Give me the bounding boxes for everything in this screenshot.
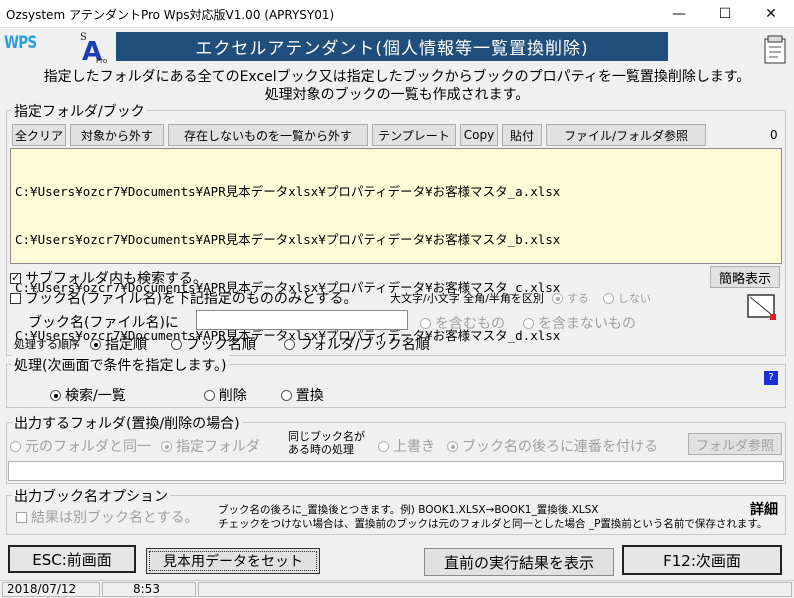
same-name-label-line1: 同じブック名が [288,430,365,443]
delete-label: 削除 [218,388,247,404]
folder-browse-button[interactable]: フォルダ参照 [688,433,782,455]
status-time: 8:53 [102,582,196,597]
same-name-label: 同じブック名が ある時の処理 [288,430,365,456]
file-count: 0 [770,128,778,142]
bookname-option-group-label: 出力ブック名オプション [12,486,170,506]
case-yes-label: する [566,292,589,305]
help-icon[interactable]: ? [764,371,778,385]
bookname-note-1: ブック名の後ろに_置換後とつきます。例) BOOK1.XLSX→BOOK1_置換… [218,504,599,516]
subfolder-label: サブフォルダ内も検索する。 [25,271,207,287]
list-item[interactable]: C:¥Users¥ozcr7¥Documents¥APR見本データxlsx¥プロ… [15,232,777,248]
edit-window-icon[interactable] [746,292,780,322]
window-title: Ozsystem アテンダントPro Wps対応版V1.00 (APRYSY01… [6,8,335,22]
case-yes-radio[interactable] [551,292,563,304]
minimize-button[interactable]: — [656,0,702,28]
output-folder-input[interactable] [8,461,784,481]
bookname-field-label: ブック名(ファイル名)に [28,315,179,331]
copy-button[interactable]: Copy [460,124,498,146]
file-list[interactable]: C:¥Users¥ozcr7¥Documents¥APR見本データxlsx¥プロ… [10,148,782,343]
svg-text:Pro: Pro [96,57,107,64]
overwrite-radio[interactable] [378,440,389,452]
same-name-label-line2: ある時の処理 [288,443,354,456]
search-list-label: 検索/一覧 [65,388,126,404]
f12-next-button[interactable]: F12:次画面 [622,545,782,575]
delete-radio[interactable] [203,389,215,401]
process-options: 検索/一覧 削除 置換 [50,385,324,405]
not-contains-radio[interactable] [523,317,534,329]
append-seq-radio[interactable] [447,440,458,452]
paste-button[interactable]: 貼付 [502,124,542,146]
status-date: 2018/07/12 [2,582,100,597]
case-no-radio[interactable] [602,292,614,304]
separate-book-label: 結果は別ブック名とする。 [31,510,199,526]
case-sensitivity-option: 大文字/小文字 全角/半角を区別 する しない [390,290,651,306]
browse-file-folder-button[interactable]: ファイル/フォルダ参照 [546,124,706,146]
clipboard-icon[interactable] [758,30,792,66]
order-bookname-radio[interactable] [171,338,182,350]
output-folder-group-label: 出力するフォルダ(置換/削除の場合) [12,413,242,433]
maximize-button[interactable]: ☐ [702,0,748,28]
summary-view-button[interactable]: 簡略表示 [710,266,780,288]
bookname-only-label: ブック名(ファイル名)を下記指定のもののみとする。 [25,291,358,307]
case-label: 大文字/小文字 全角/半角を区別 [390,292,544,305]
status-blank [198,582,792,597]
specified-folder-radio[interactable] [161,440,172,452]
detail-link[interactable]: 詳細 [750,499,778,519]
not-contains-label: を含まないもの [538,316,636,332]
subfolder-checkbox[interactable] [10,271,21,284]
contains-radio[interactable] [420,317,431,329]
close-button[interactable]: ✕ [748,0,794,28]
order-folder-bookname-label: フォルダ/ブック名順 [299,337,430,353]
clear-all-button[interactable]: 全クリア [12,124,66,146]
order-specified-radio[interactable] [90,338,101,350]
header-title: エクセルアテンダント(個人情報等一覧置換削除) [116,32,668,61]
order-label: 処理する順序 [14,338,80,351]
folder-group-label: 指定フォルダ/ブック [12,101,147,121]
remove-from-target-button[interactable]: 対象から外す [70,124,164,146]
sample-data-button[interactable]: 見本用データをセット [146,548,320,574]
order-specified-label: 指定順 [105,337,147,353]
same-name-options: 上書き ブック名の後ろに連番を付ける [378,436,658,456]
bookname-input[interactable] [196,310,408,330]
list-item[interactable]: C:¥Users¥ozcr7¥Documents¥APR見本データxlsx¥プロ… [15,184,777,200]
output-folder-options: 元のフォルダと同一 指定フォルダ [10,436,260,456]
same-folder-label: 元のフォルダと同一 [25,439,151,455]
order-option: 処理する順序 指定順 ブック名順 フォルダ/ブック名順 [14,334,430,354]
separate-book-option[interactable]: 結果は別ブック名とする。 [16,507,199,527]
bookname-only-option[interactable]: ブック名(ファイル名)を下記指定のもののみとする。 [10,288,358,308]
order-bookname-label: ブック名順 [186,337,256,353]
same-folder-radio[interactable] [10,440,21,452]
subfolder-option[interactable]: サブフォルダ内も検索する。 [10,268,207,288]
replace-label: 置換 [295,388,324,404]
esc-prev-button[interactable]: ESC:前画面 [8,545,136,573]
specified-folder-label: 指定フォルダ [176,439,260,455]
match-option: を含むもの を含まないもの [420,313,636,333]
sa-pro-logo: S A Pro [80,32,107,64]
wps-logo: WPS [4,33,37,53]
show-last-result-button[interactable]: 直前の実行結果を表示 [424,548,614,576]
process-group-label: 処理(次画面で条件を指定します。) [12,355,229,375]
contains-label: を含むもの [435,316,505,332]
order-folder-bookname-radio[interactable] [284,338,295,350]
separate-book-checkbox[interactable] [16,511,27,523]
remove-missing-button[interactable]: 存在しないものを一覧から外す [168,124,368,146]
bookname-note-2: チェックをつけない場合は、置換前のブックは元のフォルダと同一とした場合 _P置換… [218,518,768,530]
overwrite-label: 上書き [393,439,435,455]
append-seq-label: ブック名の後ろに連番を付ける [462,439,658,455]
case-no-label: しない [617,292,651,305]
search-list-radio[interactable] [50,389,61,401]
description-line-1: 指定したフォルダにある全てのExcelブック又は指定したブックからブックのプロパ… [43,69,751,85]
template-button[interactable]: テンプレート [372,124,456,146]
replace-radio[interactable] [280,389,292,401]
bookname-only-checkbox[interactable] [10,292,21,304]
